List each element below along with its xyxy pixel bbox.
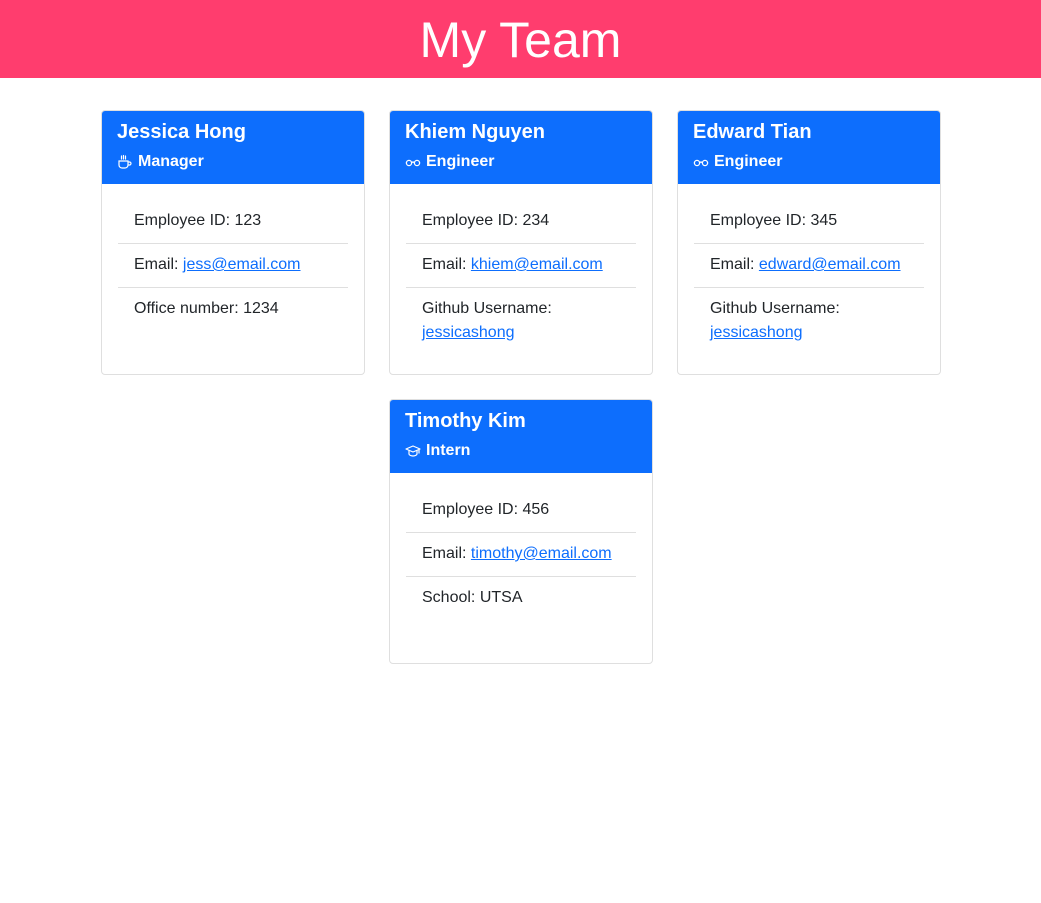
github-link[interactable]: jessicashong [710,324,803,341]
email-link[interactable]: khiem@email.com [471,256,603,273]
github-label: Github Username: [422,300,552,317]
employee-role: Manager [117,152,349,172]
employee-id: Employee ID: 234 [406,200,636,244]
graduation-cap-icon [405,443,421,459]
employee-details: Employee ID: 123 Email: jess@email.com O… [118,200,348,331]
school: School: UTSA [406,577,636,620]
employee-email: Email: timothy@email.com [406,533,636,577]
employee-name: Timothy Kim [405,410,526,432]
employee-id-label: Employee ID: [710,212,811,229]
github-username: Github Username: jessicashong [694,288,924,355]
card-header: Khiem Nguyen Engineer [390,111,652,184]
card-header: Jessica Hong Manager [102,111,364,184]
employee-email: Email: jess@email.com [118,244,348,288]
glasses-icon [693,154,709,170]
school-label: School: [422,589,480,606]
school-value: UTSA [479,589,523,606]
employee-id-label: Employee ID: [422,501,523,518]
github-link[interactable]: jessicashong [422,324,515,341]
email-label: Email: [134,256,183,273]
employee-card: Jessica Hong Manager Employee ID: 123 Em… [101,110,365,375]
email-label: Email: [422,545,471,562]
employee-email: Email: edward@email.com [694,244,924,288]
employee-role: Engineer [693,152,925,172]
employee-role: Engineer [405,152,637,172]
card-header: Timothy Kim Intern [390,400,652,473]
employee-name: Khiem Nguyen [405,121,546,143]
employee-email: Email: khiem@email.com [406,244,636,288]
email-link[interactable]: jess@email.com [183,256,301,273]
employee-card: Khiem Nguyen Engineer Employee ID: 234 E… [389,110,653,375]
email-link[interactable]: timothy@email.com [471,545,612,562]
page-header: My Team [0,0,1041,78]
employee-role: Intern [405,441,637,461]
employee-card: Edward Tian Engineer Employee ID: 345 Em… [677,110,941,375]
employee-id-value: 456 [522,501,550,518]
employee-id-label: Employee ID: [422,212,523,229]
office-number-label: Office number: [134,300,244,317]
email-label: Email: [710,256,759,273]
email-link[interactable]: edward@email.com [759,256,901,273]
employee-role-label: Intern [426,442,471,459]
employee-details: Employee ID: 345 Email: edward@email.com… [694,200,924,355]
office-number-value: 1234 [243,300,279,317]
office-number: Office number: 1234 [118,288,348,331]
employee-id: Employee ID: 123 [118,200,348,244]
employee-role-label: Engineer [714,153,783,170]
employee-name: Edward Tian [693,121,812,143]
employee-role-label: Engineer [426,153,495,170]
employee-details: Employee ID: 234 Email: khiem@email.com … [406,200,636,355]
github-username: Github Username: jessicashong [406,288,636,355]
employee-card: Timothy Kim Intern Employee ID: 456 Emai… [389,399,653,664]
employee-name: Jessica Hong [117,121,246,143]
employee-id-value: 123 [234,212,262,229]
employee-id: Employee ID: 345 [694,200,924,244]
page-title: My Team [419,12,622,68]
employee-id: Employee ID: 456 [406,489,636,533]
card-header: Edward Tian Engineer [678,111,940,184]
employee-details: Employee ID: 456 Email: timothy@email.co… [406,489,636,620]
employee-id-value: 234 [522,212,550,229]
glasses-icon [405,154,421,170]
employee-id-label: Employee ID: [134,212,235,229]
coffee-cup-icon [117,154,133,170]
github-label: Github Username: [710,300,840,317]
employee-role-label: Manager [138,153,204,170]
employee-id-value: 345 [810,212,838,229]
email-label: Email: [422,256,471,273]
